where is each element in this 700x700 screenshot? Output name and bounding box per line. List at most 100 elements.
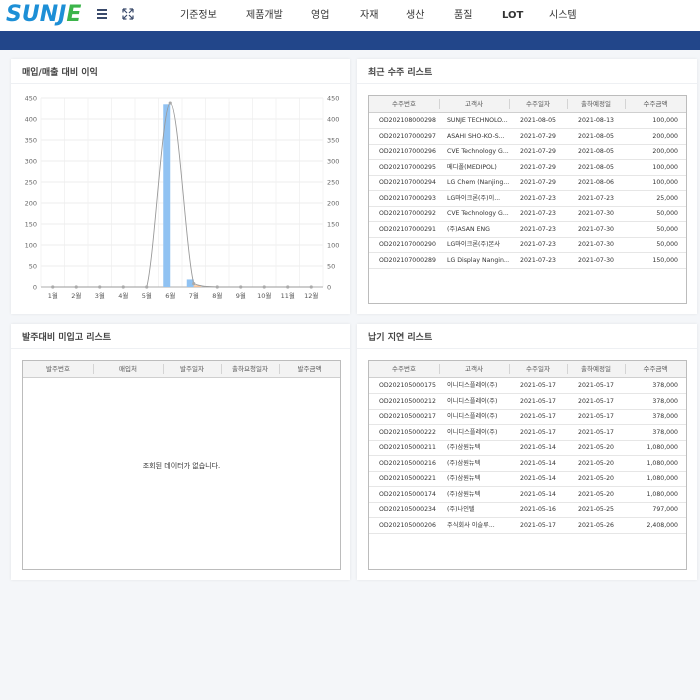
x-tick-label: 10월	[257, 291, 271, 300]
table-row[interactable]: OD202105000206 주식회사 이슬루... 2021-05-17 2021-…	[369, 518, 686, 534]
table-cell: 2021-05-17	[520, 413, 556, 420]
table-cell: 2021-05-17	[578, 382, 614, 389]
table-row[interactable]: OD202105000174 (주)삼원뉴텍 2021-05-14 2021-05-2…	[369, 487, 686, 503]
table-cell: OD202105000206	[379, 521, 436, 529]
column-header[interactable]: 출하예정일	[567, 361, 625, 377]
panel-title: 납기 지연 리스트	[368, 333, 433, 343]
table-cell: OD202105000221	[379, 475, 436, 482]
table-cell: 2021-05-26	[578, 521, 614, 529]
table-row[interactable]: OD202107000294 LG Chem (Nanjing... 2021-07…	[369, 175, 686, 191]
line-point	[262, 285, 266, 289]
column-header[interactable]: 발주일자	[163, 361, 221, 377]
table-cell: 2021-05-17	[520, 382, 556, 389]
table-cell: 50,000	[656, 210, 678, 217]
table-row[interactable]: OD202107000295 메디폴(MEDIPOL) 2021-07-29 2021…	[369, 160, 686, 176]
column-header[interactable]: 수주일자	[509, 361, 567, 377]
table-cell: 2021-05-14	[520, 475, 556, 482]
table-cell: 2021-07-30	[578, 210, 614, 217]
y-tick-label-left: 450	[25, 95, 37, 103]
table-cell: LG마이크론(주)이...	[447, 194, 501, 202]
table-row[interactable]: OD202105000217 이니디스플레이(주) 2021-05-17 2021-0…	[369, 409, 686, 425]
nav-item-product-dev[interactable]: 제품개발	[246, 0, 283, 31]
column-header[interactable]: 수주금액	[625, 96, 686, 112]
fullscreen-icon[interactable]	[122, 8, 134, 20]
table-cell: 2021-08-05	[578, 132, 614, 140]
table-cell: OD202107000293	[379, 194, 436, 202]
table-cell: SUNJE TECHNOLO...	[447, 117, 508, 124]
table-row[interactable]: OD202107000292 CVE Technology G... 2021-07…	[369, 206, 686, 222]
line-point	[74, 285, 78, 289]
table-row[interactable]: OD202105000211 (주)삼원뉴텍 2021-05-14 2021-05-2…	[369, 440, 686, 456]
y-tick-label-right: 100	[327, 242, 339, 250]
nav-item-system[interactable]: 시스템	[549, 0, 577, 31]
table-cell: 2021-05-17	[578, 397, 614, 405]
delay-grid: 수주번호 고객사 수주일자 출하예정일 수주금액 OD202105000175 이니디스플…	[368, 360, 687, 570]
table-cell: 2021-05-17	[578, 413, 614, 420]
table-row[interactable]: OD202107000297 ASAHI SHO-KO-S... 2021-07-2…	[369, 129, 686, 145]
table-row[interactable]: OD202105000222 이니디스플레이(주) 2021-05-17 2021-0…	[369, 425, 686, 441]
table-cell: 2021-08-05	[578, 148, 614, 155]
grid-header: 수주번호 고객사 수주일자 출하예정일 수주금액	[369, 361, 686, 378]
table-cell: 200,000	[652, 132, 678, 140]
table-row[interactable]: OD202105000234 (주)나인텔 2021-05-16 2021-05-25…	[369, 502, 686, 518]
table-cell: 2021-05-14	[520, 490, 556, 498]
column-header[interactable]: 수주금액	[625, 361, 686, 377]
line-point	[98, 285, 102, 289]
table-row[interactable]: OD202107000293 LG마이크론(주)이... 2021-07-23 202…	[369, 191, 686, 207]
column-header[interactable]: 수주번호	[369, 96, 439, 112]
column-header[interactable]: 수주번호	[369, 361, 439, 377]
column-header[interactable]: 고객사	[439, 361, 509, 377]
line-point	[51, 285, 55, 289]
x-tick-label: 12월	[304, 291, 318, 300]
nav-item-production[interactable]: 생산	[406, 0, 424, 31]
column-header[interactable]: 매입처	[93, 361, 163, 377]
table-cell: 100,000	[652, 179, 678, 186]
x-tick-label: 6월	[165, 291, 175, 300]
table-row[interactable]: OD202105000221 (주)삼원뉴텍 2021-05-14 2021-05-2…	[369, 471, 686, 487]
nav-item-quality[interactable]: 품질	[454, 0, 472, 31]
table-row[interactable]: OD202108000298 SUNJE TECHNOLO... 2021-08-0…	[369, 113, 686, 129]
table-cell: OD202105000216	[379, 459, 436, 467]
table-row[interactable]: OD202105000216 (주)삼원뉴텍 2021-05-14 2021-05-2…	[369, 456, 686, 472]
column-header[interactable]: 출하요청일자	[221, 361, 279, 377]
y-tick-label-right: 350	[327, 137, 339, 145]
table-cell: OD202105000222	[379, 428, 436, 436]
column-header[interactable]: 발주번호	[23, 361, 93, 377]
line-point	[215, 285, 219, 289]
y-tick-label-right: 250	[327, 179, 339, 187]
table-row[interactable]: OD202105000175 이니디스플레이(주) 2021-05-17 2021-0…	[369, 378, 686, 394]
y-tick-label-left: 300	[25, 158, 37, 166]
table-cell: (주)삼원뉴텍	[447, 490, 481, 498]
table-cell: 2021-05-25	[578, 506, 614, 513]
column-header[interactable]: 발주금액	[279, 361, 340, 377]
table-cell: 2021-07-29	[520, 163, 556, 171]
table-cell: 2021-05-20	[578, 459, 614, 467]
table-row[interactable]: OD202107000289 LG Display Nangin... 2021-0…	[369, 253, 686, 269]
table-row[interactable]: OD202107000290 LG마이크론(주)본사 2021-07-23 2021-…	[369, 237, 686, 253]
top-navbar: SUNJE 기준정보 제품개발 영업 자재 생산 품질 LOT 시스템	[0, 0, 700, 31]
nav-item-lot[interactable]: LOT	[502, 0, 523, 31]
table-cell: 2021-05-16	[520, 506, 556, 513]
table-cell: OD202107000290	[379, 241, 436, 248]
sunje-logo[interactable]: SUNJE	[6, 3, 81, 27]
column-header[interactable]: 출하예정일	[567, 96, 625, 112]
table-cell: 2021-07-23	[520, 225, 556, 233]
column-header[interactable]: 수주일자	[509, 96, 567, 112]
nav-item-basic-info[interactable]: 기준정보	[180, 0, 217, 31]
table-cell: 2021-05-17	[520, 521, 556, 529]
table-row[interactable]: OD202107000296 CVE Technology G... 2021-07…	[369, 144, 686, 160]
table-row[interactable]: OD202105000212 이니디스플레이(주) 2021-05-17 2021-0…	[369, 394, 686, 410]
table-cell: 이니디스플레이(주)	[447, 413, 498, 420]
y-tick-label-right: 150	[327, 221, 339, 229]
column-header[interactable]: 고객사	[439, 96, 509, 112]
table-cell: OD202105000175	[379, 382, 436, 389]
table-cell: 2021-05-17	[520, 428, 556, 436]
table-row[interactable]: OD202107000291 (주)ASAN ENG 2021-07-23 2021-…	[369, 222, 686, 238]
table-cell: 200,000	[652, 148, 678, 155]
nav-item-materials[interactable]: 자재	[360, 0, 378, 31]
table-cell: 2021-07-30	[578, 225, 614, 233]
nav-item-sales[interactable]: 영업	[311, 0, 329, 31]
unreceived-grid: 발주번호 매입처 발주일자 출하요청일자 발주금액 조회된 데이터가 없습니다.	[22, 360, 341, 570]
menu-icon[interactable]	[97, 9, 107, 19]
table-cell: OD202107000296	[379, 148, 436, 155]
